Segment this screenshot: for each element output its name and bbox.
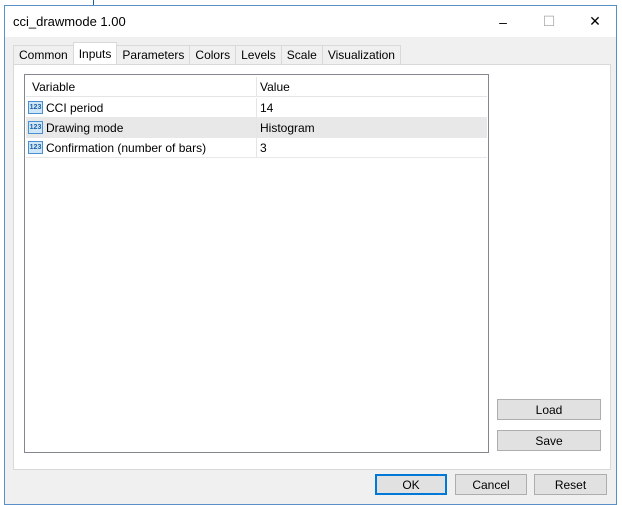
close-button[interactable]: ✕ <box>572 6 618 37</box>
variable-name: Confirmation (number of bars) <box>46 140 207 155</box>
inputs-panel: Variable Value 123 CCI period 14 123 Drawi… <box>13 64 611 470</box>
inputs-table: Variable Value 123 CCI period 14 123 Drawi… <box>24 74 489 453</box>
number-type-icon: 123 <box>28 141 43 154</box>
number-type-icon: 123 <box>28 121 43 134</box>
save-button[interactable]: Save <box>497 430 601 451</box>
header-variable[interactable]: Variable <box>26 77 257 96</box>
number-type-icon: 123 <box>28 101 43 114</box>
header-value[interactable]: Value <box>257 77 290 96</box>
table-row[interactable]: 123 CCI period 14 <box>26 98 487 118</box>
value-cell[interactable]: 3 <box>257 138 267 157</box>
tab-bar: Common Inputs Parameters Colors Levels S… <box>13 42 401 64</box>
table-row[interactable]: 123 Confirmation (number of bars) 3 <box>26 138 487 158</box>
value-cell[interactable]: Histogram <box>257 118 315 137</box>
variable-name: CCI period <box>46 100 104 115</box>
tab-common[interactable]: Common <box>13 45 74 64</box>
table-row[interactable]: 123 Drawing mode Histogram <box>26 118 487 138</box>
maximize-button[interactable]: ☐ <box>526 6 572 37</box>
reset-button[interactable]: Reset <box>534 474 607 495</box>
window-title: cci_drawmode 1.00 <box>13 14 126 29</box>
tab-parameters[interactable]: Parameters <box>116 45 191 64</box>
value-cell[interactable]: 14 <box>257 98 273 117</box>
cancel-button[interactable]: Cancel <box>455 474 527 495</box>
tab-levels[interactable]: Levels <box>235 45 282 64</box>
ok-button[interactable]: OK <box>375 474 447 495</box>
load-button[interactable]: Load <box>497 399 601 420</box>
table-header: Variable Value <box>26 77 487 97</box>
title-bar: cci_drawmode 1.00 – ☐ ✕ <box>5 6 616 37</box>
variable-name: Drawing mode <box>46 120 124 135</box>
minimize-button[interactable]: – <box>480 6 526 37</box>
tab-scale[interactable]: Scale <box>280 45 323 64</box>
tab-colors[interactable]: Colors <box>189 45 237 64</box>
tab-inputs[interactable]: Inputs <box>72 42 118 64</box>
dialog-window: cci_drawmode 1.00 – ☐ ✕ Common Inputs Pa… <box>4 5 617 505</box>
tab-visualization[interactable]: Visualization <box>321 45 401 64</box>
